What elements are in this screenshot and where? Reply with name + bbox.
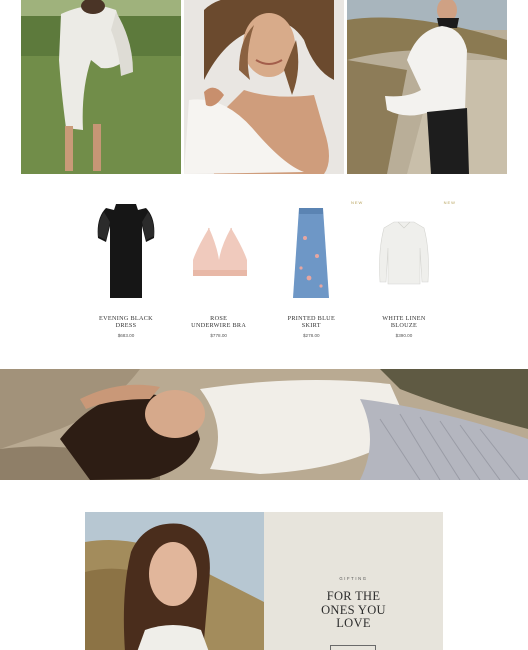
product-image-skirt[interactable]: [265, 198, 357, 308]
hero-photo-row: [21, 0, 507, 174]
product-price: $683.00: [117, 333, 135, 338]
hero-photo-road-model[interactable]: [347, 0, 507, 174]
product-card[interactable]: NEW PRINTED BLUE SKIRT $278.00: [265, 195, 363, 345]
product-image-dress[interactable]: [80, 198, 172, 308]
product-card[interactable]: ROSE UNDERWIRE BRA $778.00: [173, 195, 265, 345]
gifting-promo: GIFTING FOR THE ONES YOU LOVE: [85, 512, 443, 650]
new-badge: NEW: [443, 200, 456, 205]
product-grid: EVENING BLACK DRESS $683.00 ROSE UNDERWI…: [80, 195, 455, 345]
gifting-panel: GIFTING FOR THE ONES YOU LOVE: [264, 512, 443, 650]
product-price: $278.00: [303, 333, 320, 338]
lifestyle-banner[interactable]: [0, 369, 528, 480]
gifting-shop-button[interactable]: [330, 645, 376, 650]
product-name[interactable]: EVENING BLACK DRESS: [80, 315, 172, 329]
product-name[interactable]: WHITE LINEN BLOUZE: [358, 315, 450, 329]
hero-photo-field-model[interactable]: [21, 0, 181, 174]
product-price: $390.00: [395, 333, 413, 338]
gifting-headline: FOR THE ONES YOU LOVE: [321, 589, 386, 630]
hero-photo-portrait[interactable]: [184, 0, 344, 174]
gifting-kicker: GIFTING: [339, 576, 368, 581]
product-card[interactable]: NEW WHITE LINEN BLOUZE $390.00: [358, 195, 455, 345]
product-name[interactable]: PRINTED BLUE SKIRT: [265, 315, 357, 329]
product-image-blouse[interactable]: [358, 198, 450, 308]
product-name[interactable]: ROSE UNDERWIRE BRA: [173, 315, 265, 329]
product-card[interactable]: EVENING BLACK DRESS $683.00: [80, 195, 172, 345]
gifting-photo[interactable]: [85, 512, 264, 650]
product-price: $778.00: [210, 333, 227, 338]
product-image-bra[interactable]: [173, 198, 265, 308]
